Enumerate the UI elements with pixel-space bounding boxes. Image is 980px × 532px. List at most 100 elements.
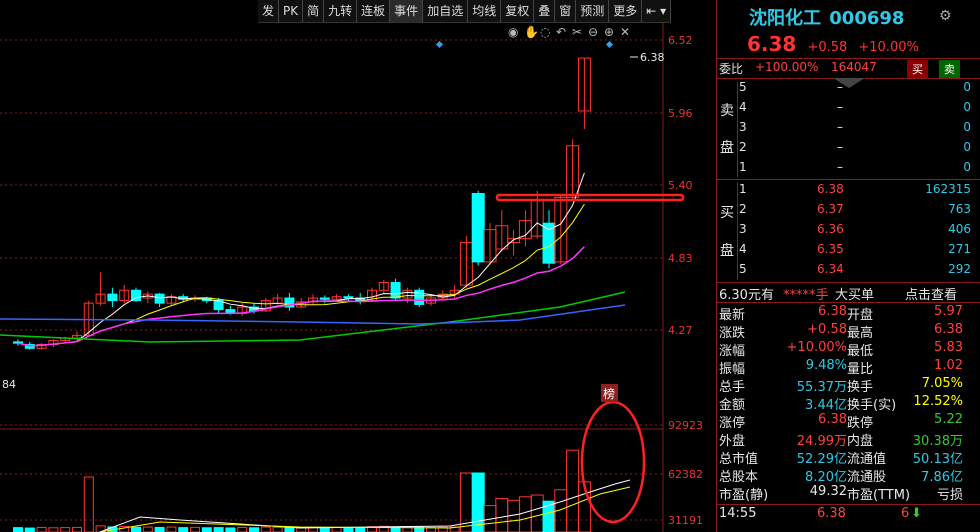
collapse-arrow-icon[interactable] <box>833 78 865 88</box>
stat-row: 总手 55.37万 换手 7.05% <box>717 376 973 395</box>
toolbar-item-7[interactable]: 均线 <box>468 0 502 22</box>
chart-tool-icon[interactable]: ◌ <box>540 25 550 39</box>
stat-value: 8.20亿 <box>805 470 847 485</box>
bid-price: 6.37 <box>817 202 844 216</box>
volume-bar <box>331 526 342 532</box>
gear-icon[interactable]: ⚙ <box>939 8 952 24</box>
volume-bar <box>355 527 366 532</box>
toolbar-item-1[interactable]: PK <box>279 0 304 22</box>
big-order-bar: 6.30元有 *****手 大买单 点击查看 <box>717 284 973 303</box>
stat-value: 55.37万 <box>796 380 847 395</box>
volume-bar <box>495 498 509 532</box>
toolbar-item-8[interactable]: 复权 <box>501 0 535 22</box>
toolbar-item-9[interactable]: 叠 <box>534 0 556 22</box>
ask-row: 3 – 0 <box>717 120 973 138</box>
y-axis-label: 5.96 <box>668 107 693 120</box>
bid-price: 6.34 <box>817 262 844 276</box>
stat-value: 12.52% <box>913 394 963 409</box>
toolbar-item-4[interactable]: 连板 <box>357 0 391 22</box>
stat-label: 最高 <box>847 326 874 341</box>
tick-vol: 6 <box>901 506 910 521</box>
volume-bar <box>260 526 271 532</box>
chart-tool-icon[interactable]: ⊖ <box>588 25 598 39</box>
bid-price: 6.38 <box>817 182 844 196</box>
stat-label: 总手 <box>719 380 746 395</box>
stat-label: 流通值 <box>847 452 887 467</box>
toolbar-item-2[interactable]: 简 <box>303 0 325 22</box>
big-buy-label: 大买单 <box>835 288 875 303</box>
toolbar-item-3[interactable]: 九转 <box>324 0 358 22</box>
volume-bar <box>272 526 283 532</box>
last-price-tag: 6.38 <box>640 51 665 64</box>
toolbar-item-12[interactable]: 更多 <box>609 0 643 22</box>
volume-bar <box>201 527 212 532</box>
candle-body <box>13 341 23 344</box>
ma20-line <box>17 246 585 347</box>
volume-bar <box>518 496 532 532</box>
chart-tool-icon[interactable]: ⊕ <box>604 25 614 39</box>
y-axis-label: 4.83 <box>668 252 693 265</box>
bid-row: 4 6.35 271 <box>717 242 973 260</box>
chart-tool-icon[interactable]: ✋ <box>524 25 539 39</box>
toolbar-item-6[interactable]: 加自选 <box>423 0 469 22</box>
stat-row: 总市值 52.29亿 流通值 50.13亿 <box>717 448 973 467</box>
volume-bar <box>319 527 330 532</box>
stat-value: 7.86亿 <box>921 470 963 485</box>
stat-label: 内盘 <box>847 434 874 449</box>
stat-value: 30.38万 <box>912 434 963 449</box>
y-axis-label: 5.40 <box>668 179 693 192</box>
chart-tool-icon[interactable]: ◉ <box>508 25 518 39</box>
candle-body <box>154 293 165 304</box>
bid-level: 4 <box>739 242 747 256</box>
ask-level: 4 <box>739 100 747 114</box>
kline-chart[interactable]: 6.52 5.96 5.40 4.83 4.27 92923 62382 31191 84 6.3… <box>0 22 714 532</box>
ask-volume: 0 <box>963 140 971 154</box>
check-link[interactable]: 点击查看 <box>905 284 957 303</box>
volume-bar <box>131 526 141 532</box>
stat-label: 最新 <box>719 308 746 323</box>
ask-volume: 0 <box>963 100 971 114</box>
quote-panel: 沈阳化工 000698 ⚙ 6.38 +0.58 +10.00% 委比 +100… <box>716 0 980 532</box>
volume-bar <box>48 527 59 532</box>
stat-label: 金额 <box>719 398 746 413</box>
buy-button[interactable]: 买 <box>907 60 928 78</box>
stat-value: 1.02 <box>934 358 963 373</box>
stat-value: 9.48% <box>805 358 847 373</box>
stat-label: 流通股 <box>847 470 887 485</box>
bid-row: 1 6.38 162315 <box>717 182 973 200</box>
toolbar-collapse-icon[interactable]: ⇤ ▾ <box>642 0 672 22</box>
stat-label: 量比 <box>847 362 874 377</box>
weibi-label: 委比 <box>719 62 744 76</box>
stat-label: 涨停 <box>719 416 746 431</box>
y-axis-label: 6.52 <box>668 34 693 47</box>
toolbar-item-0[interactable]: 发 <box>258 0 280 22</box>
volume-axis-label: 31191 <box>668 514 703 527</box>
down-arrow-icon: ⬇ <box>911 506 922 521</box>
chart-tool-icon[interactable]: ✂ <box>572 25 582 39</box>
y-axis-label: 4.27 <box>668 324 693 337</box>
ask-row: 4 – 0 <box>717 100 973 118</box>
chart-tool-icon[interactable]: ↶ <box>556 25 566 39</box>
sell-button[interactable]: 卖 <box>939 60 960 78</box>
toolbar-item-5[interactable]: 事件 <box>390 0 424 22</box>
bid-row: 5 6.34 292 <box>717 262 973 280</box>
ask-level: 1 <box>739 160 747 174</box>
bid-price: 6.36 <box>817 222 844 236</box>
stat-value: 5.97 <box>934 304 963 319</box>
chart-tool-icon[interactable]: ✕ <box>620 25 630 39</box>
stat-label: 市盈(TTM) <box>847 488 911 503</box>
stat-row: 市盈(静) 49.32 市盈(TTM) 亏损 <box>717 484 973 503</box>
ask-volume: 0 <box>963 160 971 174</box>
stat-label: 振幅 <box>719 362 746 377</box>
stat-row: 总股本 8.20亿 流通股 7.86亿 <box>717 466 973 485</box>
bid-price: 6.35 <box>817 242 844 256</box>
chart-toolbar: 发 PK 简九转 连板 事件 加自选 均线 复权叠窗预测 更多 ⇤ ▾ <box>258 0 672 23</box>
stat-value: 3.44亿 <box>805 398 847 413</box>
toolbar-item-11[interactable]: 预测 <box>576 0 610 22</box>
toolbar-item-10[interactable]: 窗 <box>555 0 577 22</box>
ask-price: – <box>837 120 843 134</box>
ask-level: 3 <box>739 120 747 134</box>
stock-code: 000698 <box>829 8 905 29</box>
stat-row: 金额 3.44亿 换手(实) 12.52% <box>717 394 973 413</box>
info-stars: *****手 <box>783 288 829 303</box>
